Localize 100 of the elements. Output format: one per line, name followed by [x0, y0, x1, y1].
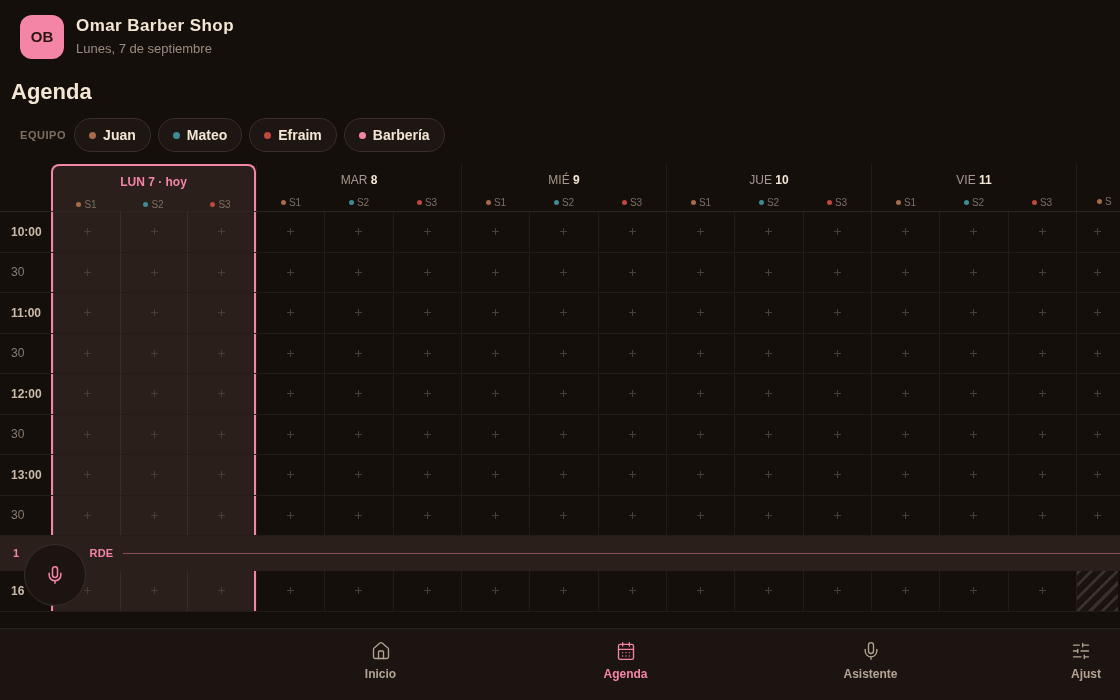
plus-icon[interactable] [287, 349, 295, 357]
plus-icon[interactable] [423, 511, 431, 519]
plus-icon[interactable] [150, 268, 158, 276]
plus-icon[interactable] [902, 511, 910, 519]
plus-icon[interactable] [1038, 511, 1046, 519]
team-chip[interactable]: Barbería [343, 118, 445, 152]
plus-icon[interactable] [150, 587, 158, 595]
plus-icon[interactable] [83, 309, 91, 317]
nav-tab[interactable]: Agenda [503, 629, 748, 700]
plus-icon[interactable] [765, 511, 773, 519]
plus-icon[interactable] [1038, 268, 1046, 276]
plus-icon[interactable] [355, 228, 363, 236]
plus-icon[interactable] [355, 471, 363, 479]
day-header[interactable]: LUN 7 · hoy S1 S2 S3 [51, 164, 256, 211]
plus-icon[interactable] [1094, 268, 1101, 276]
plus-icon[interactable] [217, 268, 225, 276]
plus-icon[interactable] [902, 309, 910, 317]
plus-icon[interactable] [560, 390, 568, 398]
plus-icon[interactable] [833, 390, 841, 398]
plus-icon[interactable] [833, 349, 841, 357]
plus-icon[interactable] [492, 228, 500, 236]
plus-icon[interactable] [83, 268, 91, 276]
plus-icon[interactable] [697, 228, 705, 236]
day-header[interactable]: JUE 10 S1 S2 S3 [666, 164, 871, 211]
plus-icon[interactable] [492, 268, 500, 276]
plus-icon[interactable] [560, 471, 568, 479]
plus-icon[interactable] [765, 471, 773, 479]
plus-icon[interactable] [970, 471, 978, 479]
plus-icon[interactable] [765, 268, 773, 276]
plus-icon[interactable] [150, 228, 158, 236]
day-header[interactable]: MAR 8 S1 S2 S3 [256, 164, 461, 211]
plus-icon[interactable] [83, 430, 91, 438]
plus-icon[interactable] [833, 511, 841, 519]
plus-icon[interactable] [833, 228, 841, 236]
plus-icon[interactable] [423, 471, 431, 479]
plus-icon[interactable] [628, 587, 636, 595]
plus-icon[interactable] [765, 390, 773, 398]
plus-icon[interactable] [287, 228, 295, 236]
plus-icon[interactable] [217, 511, 225, 519]
plus-icon[interactable] [970, 587, 978, 595]
plus-icon[interactable] [355, 390, 363, 398]
plus-icon[interactable] [697, 309, 705, 317]
plus-icon[interactable] [628, 349, 636, 357]
plus-icon[interactable] [560, 349, 568, 357]
plus-icon[interactable] [628, 471, 636, 479]
plus-icon[interactable] [697, 587, 705, 595]
plus-icon[interactable] [355, 268, 363, 276]
plus-icon[interactable] [217, 430, 225, 438]
plus-icon[interactable] [217, 390, 225, 398]
plus-icon[interactable] [765, 430, 773, 438]
plus-icon[interactable] [765, 228, 773, 236]
plus-icon[interactable] [423, 268, 431, 276]
plus-icon[interactable] [1038, 349, 1046, 357]
plus-icon[interactable] [970, 228, 978, 236]
plus-icon[interactable] [217, 587, 225, 595]
plus-icon[interactable] [628, 309, 636, 317]
plus-icon[interactable] [628, 390, 636, 398]
plus-icon[interactable] [628, 430, 636, 438]
plus-icon[interactable] [492, 349, 500, 357]
plus-icon[interactable] [902, 268, 910, 276]
plus-icon[interactable] [902, 390, 910, 398]
plus-icon[interactable] [492, 471, 500, 479]
plus-icon[interactable] [1038, 390, 1046, 398]
plus-icon[interactable] [560, 268, 568, 276]
plus-icon[interactable] [560, 511, 568, 519]
plus-icon[interactable] [423, 587, 431, 595]
plus-icon[interactable] [287, 268, 295, 276]
day-header[interactable]: S [1076, 164, 1118, 211]
plus-icon[interactable] [833, 471, 841, 479]
plus-icon[interactable] [492, 511, 500, 519]
plus-icon[interactable] [355, 349, 363, 357]
plus-icon[interactable] [1094, 309, 1101, 317]
plus-icon[interactable] [1094, 390, 1101, 398]
plus-icon[interactable] [83, 349, 91, 357]
plus-icon[interactable] [902, 349, 910, 357]
plus-icon[interactable] [287, 587, 295, 595]
plus-icon[interactable] [697, 511, 705, 519]
plus-icon[interactable] [423, 349, 431, 357]
plus-icon[interactable] [560, 430, 568, 438]
day-header[interactable]: MIÉ 9 S1 S2 S3 [461, 164, 666, 211]
plus-icon[interactable] [833, 268, 841, 276]
plus-icon[interactable] [1038, 430, 1046, 438]
plus-icon[interactable] [560, 228, 568, 236]
plus-icon[interactable] [902, 471, 910, 479]
plus-icon[interactable] [355, 511, 363, 519]
plus-icon[interactable] [970, 390, 978, 398]
plus-icon[interactable] [150, 430, 158, 438]
plus-icon[interactable] [1094, 471, 1101, 479]
plus-icon[interactable] [765, 309, 773, 317]
plus-icon[interactable] [1038, 309, 1046, 317]
plus-icon[interactable] [217, 309, 225, 317]
plus-icon[interactable] [150, 390, 158, 398]
plus-icon[interactable] [150, 349, 158, 357]
plus-icon[interactable] [1094, 430, 1101, 438]
plus-icon[interactable] [287, 511, 295, 519]
plus-icon[interactable] [1038, 471, 1046, 479]
plus-icon[interactable] [560, 309, 568, 317]
plus-icon[interactable] [287, 430, 295, 438]
plus-icon[interactable] [423, 228, 431, 236]
plus-icon[interactable] [492, 587, 500, 595]
